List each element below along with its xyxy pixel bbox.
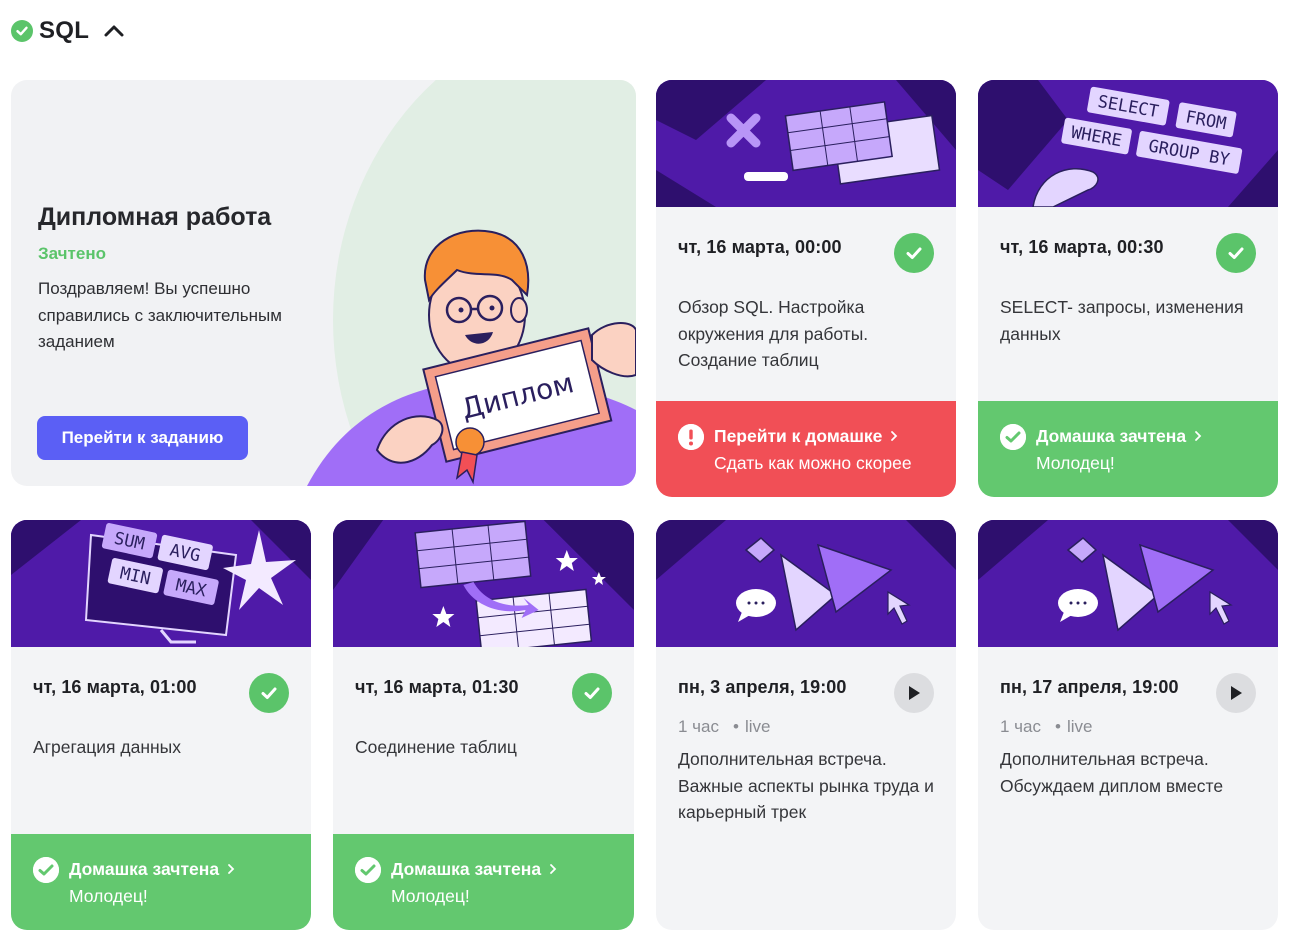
lesson-date: чт, 16 марта, 01:30 [355, 677, 519, 697]
alert-icon [678, 424, 704, 450]
section-title: SQL [39, 17, 90, 44]
homework-title: Домашка зачтена [1036, 426, 1187, 446]
homework-title: Домашка зачтена [69, 859, 220, 879]
lesson-duration: 1 час [678, 717, 719, 736]
lesson-banner-tables [656, 80, 956, 207]
section-check-icon [11, 20, 33, 42]
chevron-right-icon [228, 864, 235, 874]
homework-subtitle: Сдать как можно скорее [714, 453, 912, 473]
collapse-button[interactable] [99, 16, 129, 46]
lesson-date: чт, 16 марта, 01:00 [33, 677, 197, 697]
lesson-description: Соединение таблиц [355, 737, 517, 757]
section-header: SQL [11, 16, 129, 46]
completed-check-icon [1216, 233, 1256, 273]
homework-subtitle: Молодец! [391, 886, 470, 906]
lesson-description: Агрегация данных [33, 737, 181, 757]
lesson-description: Дополнительная встреча. Важные аспекты р… [678, 749, 934, 822]
lesson-banner-join [333, 520, 634, 647]
lesson-date: пн, 17 апреля, 19:00 [1000, 677, 1179, 697]
lesson-banner-webinar [656, 520, 956, 647]
check-circle-icon [355, 857, 381, 883]
lesson-format: live [1055, 717, 1093, 737]
lesson-description: Обзор SQL. Настройка окружения для работ… [678, 297, 869, 370]
completed-check-icon [572, 673, 612, 713]
diploma-status: Зачтено [38, 244, 106, 263]
lesson-card[interactable]: чт, 16 марта, 01:30 Соединение таблиц До… [333, 520, 634, 930]
diploma-card[interactable]: Дипломная работа Зачтено Поздравляем! Вы… [11, 80, 636, 486]
lesson-date: пн, 3 апреля, 19:00 [678, 677, 847, 697]
lesson-meta: 1 час live [1000, 717, 1092, 737]
lesson-banner-webinar [978, 520, 1278, 647]
lesson-duration: 1 час [1000, 717, 1041, 736]
homework-subtitle: Молодец! [69, 886, 148, 906]
diploma-title: Дипломная работа [38, 203, 272, 231]
check-circle-icon [33, 857, 59, 883]
lesson-banner-aggregates: SUM AVG MIN MAX [11, 520, 311, 647]
chevron-right-icon [891, 431, 898, 441]
completed-check-icon [249, 673, 289, 713]
diploma-illustration: Диплом [307, 229, 636, 486]
lesson-description: SELECT- запросы, изменения данных [1000, 297, 1244, 344]
chevron-right-icon [550, 864, 557, 874]
webinar-card[interactable]: пн, 17 апреля, 19:00 1 час live Дополнит… [978, 520, 1278, 930]
lesson-card[interactable]: SUM AVG MIN MAX чт, 16 марта, 01:00 Агре… [11, 520, 311, 930]
lesson-meta: 1 час live [678, 717, 770, 737]
lesson-banner-keywords: SELECT FROM WHERE GROUP BY [978, 80, 1278, 207]
lesson-date: чт, 16 марта, 00:00 [678, 237, 842, 257]
homework-link[interactable]: Домашка зачтена Молодец! [11, 834, 311, 930]
completed-check-icon [894, 233, 934, 273]
homework-link[interactable]: Домашка зачтена Молодец! [978, 401, 1278, 497]
homework-link[interactable]: Домашка зачтена Молодец! [333, 834, 634, 930]
lesson-card[interactable]: чт, 16 марта, 00:00 Обзор SQL. Настройка… [656, 80, 956, 497]
check-circle-icon [1000, 424, 1026, 450]
play-icon [909, 686, 920, 700]
play-button[interactable] [1216, 673, 1256, 713]
homework-link[interactable]: Перейти к домашке Сдать как можно скорее [656, 401, 956, 497]
play-icon [1231, 686, 1242, 700]
lesson-format: live [733, 717, 771, 737]
chevron-up-icon [104, 25, 124, 37]
homework-title: Домашка зачтена [391, 859, 542, 879]
go-to-task-button[interactable]: Перейти к заданию [37, 416, 248, 460]
lesson-date: чт, 16 марта, 00:30 [1000, 237, 1164, 257]
lesson-description: Дополнительная встреча. Обсуждаем диплом… [1000, 749, 1224, 796]
homework-subtitle: Молодец! [1036, 453, 1115, 473]
play-button[interactable] [894, 673, 934, 713]
webinar-card[interactable]: пн, 3 апреля, 19:00 1 час live Дополните… [656, 520, 956, 930]
chevron-right-icon [1195, 431, 1202, 441]
homework-title: Перейти к домашке [714, 426, 883, 446]
diploma-description: Поздравляем! Вы успешно справились с зак… [38, 279, 282, 351]
lesson-card[interactable]: SELECT FROM WHERE GROUP BY чт, 16 марта,… [978, 80, 1278, 497]
